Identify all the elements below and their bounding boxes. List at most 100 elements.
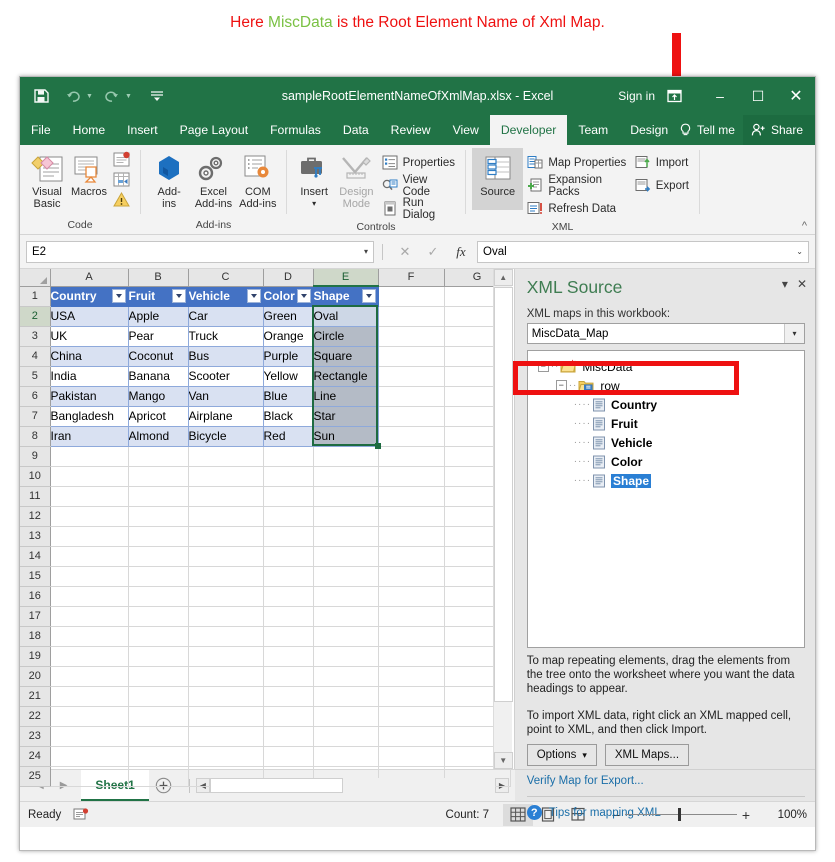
row-header-5[interactable]: 5 [20,366,50,386]
cell-A18[interactable] [50,626,128,646]
cell-B20[interactable] [128,666,188,686]
view-code-button[interactable]: View Code [378,174,459,197]
cell-B23[interactable] [128,726,188,746]
options-button[interactable]: Options ▾ [527,744,597,766]
cell-D12[interactable] [263,506,313,526]
cell-F21[interactable] [378,686,444,706]
cell-C15[interactable] [188,566,263,586]
cell-E13[interactable] [313,526,378,546]
cell-B14[interactable] [128,546,188,566]
relative-references-button[interactable] [110,171,134,188]
row-header-13[interactable]: 13 [20,526,50,546]
cell-B22[interactable] [128,706,188,726]
cell-A10[interactable] [50,466,128,486]
cancel-icon[interactable]: ✕ [391,244,419,260]
cell-D21[interactable] [263,686,313,706]
add-ins-button[interactable]: Add- ins [147,148,191,210]
macros-button[interactable]: Macros [68,148,110,198]
xml-source-button[interactable]: Source [472,148,523,210]
row-header-7[interactable]: 7 [20,406,50,426]
cell-C4[interactable]: Bus [188,346,263,366]
xml-tree-node-shape[interactable]: ····Shape [532,471,800,490]
select-all-corner[interactable] [20,269,50,286]
row-header-15[interactable]: 15 [20,566,50,586]
cell-B17[interactable] [128,606,188,626]
cell-E17[interactable] [313,606,378,626]
expand-formula-bar-icon[interactable]: ⌄ [796,247,803,256]
filter-dropdown-icon[interactable] [172,289,186,303]
column-header-C[interactable]: C [188,269,263,286]
row-header-3[interactable]: 3 [20,326,50,346]
share-button[interactable]: Share [743,115,815,145]
cell-F23[interactable] [378,726,444,746]
cell-B21[interactable] [128,686,188,706]
cell-A13[interactable] [50,526,128,546]
cell-D11[interactable] [263,486,313,506]
refresh-data-button[interactable]: Refresh Data [523,197,630,220]
column-header-A[interactable]: A [50,269,128,286]
cell-E6[interactable]: Line [313,386,378,406]
map-properties-button[interactable]: Map Properties [523,151,630,174]
cell-A9[interactable] [50,446,128,466]
cell-E10[interactable] [313,466,378,486]
cell-D18[interactable] [263,626,313,646]
row-header-1[interactable]: 1 [20,286,50,306]
cell-E11[interactable] [313,486,378,506]
row-header-2[interactable]: 2 [20,306,50,326]
cell-C9[interactable] [188,446,263,466]
cell-C22[interactable] [188,706,263,726]
ribbon-tab-view[interactable]: View [442,115,490,145]
cell-E2[interactable]: Oval [313,306,378,326]
ribbon-display-options-icon[interactable] [667,89,701,103]
cell-F18[interactable] [378,626,444,646]
ribbon-tab-formulas[interactable]: Formulas [259,115,332,145]
cell-A4[interactable]: China [50,346,128,366]
cell-E23[interactable] [313,726,378,746]
insert-control-button[interactable]: Insert ▾ [293,148,335,210]
cell-D7[interactable]: Black [263,406,313,426]
ribbon-tab-data[interactable]: Data [332,115,380,145]
cell-C18[interactable] [188,626,263,646]
ribbon-tab-developer[interactable]: Developer [490,115,568,145]
cell-B1[interactable]: Fruit [128,286,188,306]
cell-D2[interactable]: Green [263,306,313,326]
filter-dropdown-icon[interactable] [297,289,311,303]
column-header-E[interactable]: E [313,269,378,286]
cell-E8[interactable]: Sun [313,426,378,446]
vertical-scrollbar[interactable]: ▲ ▼ [493,269,512,769]
scroll-down-button[interactable]: ▼ [494,752,513,769]
cell-E3[interactable]: Circle [313,326,378,346]
ribbon-tab-file[interactable]: File [20,115,62,145]
com-add-ins-button[interactable]: COM Add-ins [236,148,280,210]
row-header-23[interactable]: 23 [20,726,50,746]
cell-E22[interactable] [313,706,378,726]
cell-C11[interactable] [188,486,263,506]
horizontal-scrollbar[interactable]: ◀ ▶ [196,778,509,794]
vertical-scroll-thumb[interactable] [494,287,513,702]
cell-D13[interactable] [263,526,313,546]
xml-tree-node-vehicle[interactable]: ····Vehicle [532,433,800,452]
cell-E4[interactable]: Square [313,346,378,366]
cell-D19[interactable] [263,646,313,666]
formula-input[interactable]: Oval ⌄ [477,241,809,263]
xml-maps-button[interactable]: XML Maps... [605,744,689,766]
cell-A20[interactable] [50,666,128,686]
row-header-19[interactable]: 19 [20,646,50,666]
cell-F1[interactable] [378,286,444,306]
cell-F6[interactable] [378,386,444,406]
cell-A23[interactable] [50,726,128,746]
ribbon-tab-team[interactable]: Team [567,115,619,145]
filter-dropdown-icon[interactable] [247,289,261,303]
name-box[interactable]: E2 ▾ [26,241,374,263]
row-header-21[interactable]: 21 [20,686,50,706]
row-header-16[interactable]: 16 [20,586,50,606]
cell-E16[interactable] [313,586,378,606]
horizontal-scroll-thumb[interactable] [210,778,343,793]
row-header-25[interactable]: 25 [20,766,50,786]
maximize-button[interactable]: ☐ [739,77,777,115]
cell-F20[interactable] [378,666,444,686]
cell-D5[interactable]: Yellow [263,366,313,386]
cell-A1[interactable]: Country [50,286,128,306]
cell-D23[interactable] [263,726,313,746]
xml-tree-node-color[interactable]: ····Color [532,452,800,471]
